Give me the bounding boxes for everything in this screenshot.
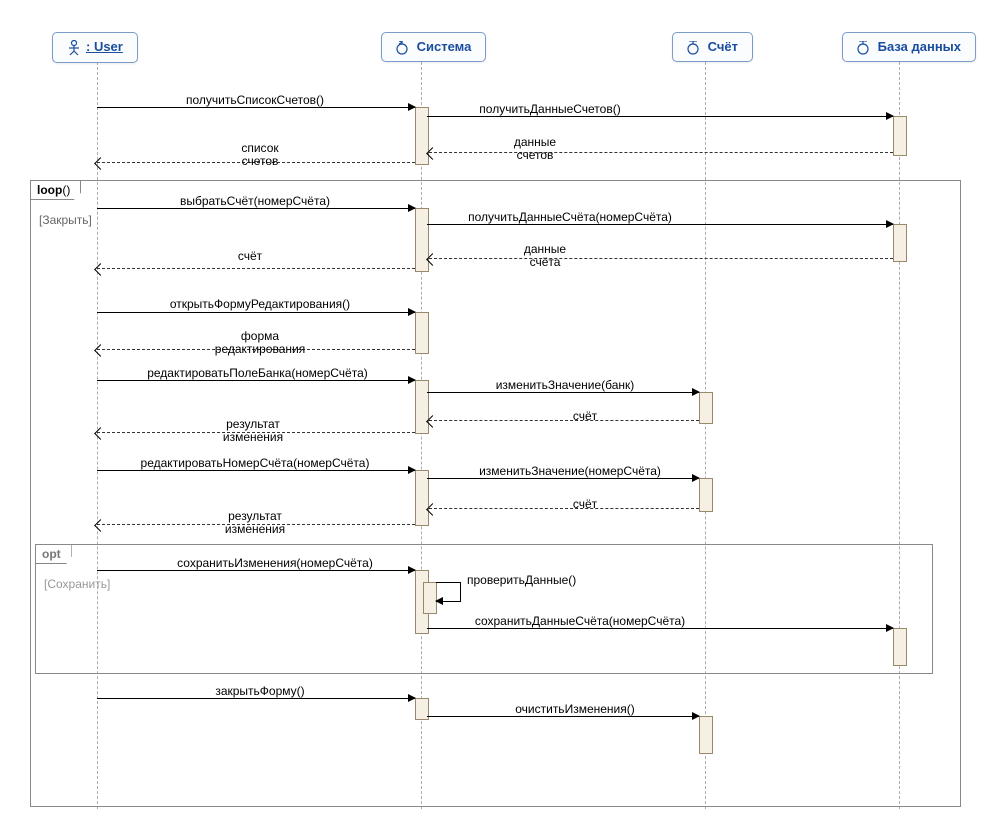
return-label: счёт	[555, 410, 615, 423]
control-icon	[396, 41, 408, 55]
participant-system-label: Система	[417, 39, 472, 54]
entity-icon	[687, 41, 699, 55]
message-label: получитьДанныеСчетов()	[450, 103, 650, 116]
participant-user: : User	[52, 32, 138, 63]
return-label: данныесчёта	[490, 243, 600, 269]
activation	[893, 116, 907, 156]
participant-db: База данных	[842, 32, 976, 62]
message-label: получитьДанныеСчёта(номерСчёта)	[440, 211, 700, 224]
participant-db-label: База данных	[878, 39, 961, 54]
message-label: изменитьЗначение(номерСчёта)	[440, 465, 700, 478]
message-label: редактироватьПолеБанка(номерСчёта)	[110, 367, 405, 380]
message-label: очиститьИзменения()	[480, 703, 670, 716]
return-label: формаредактирования	[190, 330, 330, 356]
message-label: сохранитьДанныеСчёта(номерСчёта)	[440, 615, 720, 628]
participant-system: Система	[381, 32, 486, 62]
participant-account: Счёт	[672, 32, 753, 62]
message-label: открытьФормуРедактирования()	[130, 298, 390, 311]
return-label: счёт	[555, 498, 615, 511]
message-label: редактироватьНомерСчёта(номерСчёта)	[105, 457, 405, 470]
participant-account-label: Счёт	[708, 39, 738, 54]
message-label: проверитьДанные()	[467, 574, 597, 587]
return-label: счёт	[220, 250, 280, 263]
entity-icon	[857, 41, 869, 55]
message-label: сохранитьИзменения(номерСчёта)	[130, 557, 420, 570]
return-label: данныесчетов	[480, 136, 590, 162]
self-message	[436, 582, 461, 602]
fragment-loop-label: loop()	[31, 181, 81, 200]
fragment-opt-label: opt	[36, 545, 72, 564]
message-label: выбратьСчёт(номерСчёта)	[140, 195, 370, 208]
actor-icon	[67, 40, 81, 56]
fragment-loop-guard: [Закрыть]	[39, 213, 92, 227]
message-arrow	[97, 312, 415, 313]
message-label: изменитьЗначение(банк)	[460, 379, 670, 392]
sequence-diagram: : User Система Счёт База данных получить…	[0, 0, 996, 839]
return-label: списоксчетов	[200, 142, 320, 168]
message-label: закрытьФорму()	[180, 685, 340, 698]
message-label: получитьСписокСчетов()	[140, 94, 370, 107]
fragment-opt-guard: [Сохранить]	[44, 577, 110, 591]
return-label: результатизменения	[193, 418, 313, 444]
return-arrow	[97, 268, 415, 270]
participant-user-label: : User	[86, 39, 123, 54]
return-label: результатизменения	[195, 510, 315, 536]
